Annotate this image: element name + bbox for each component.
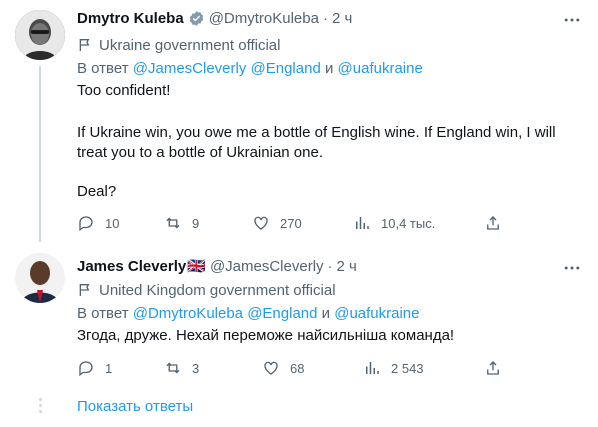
handle[interactable]: @JamesCleverly [210,258,324,275]
flag-icon [79,39,90,51]
mention-link[interactable]: @uafukraine [334,305,419,322]
display-name[interactable]: Dmytro Kuleba [77,10,184,27]
views-icon [366,362,379,374]
reply-conj: и [324,60,334,77]
reply-count: 1 [105,360,113,376]
flag-icon [79,284,90,296]
timestamp[interactable]: 2 ч [332,10,352,27]
reply-context: В ответ @DmytroKuleba @England и @uafukr… [77,305,420,325]
retweet-icon [166,362,180,374]
tweet-text: Deal? [77,183,117,200]
share-button[interactable] [484,358,502,378]
header-kuleba: Dmytro Kuleba @DmytroKuleba · 2 ч [77,8,352,28]
gov-label[interactable]: United Kingdom government official [77,281,336,299]
uk-flag-emoji: 🇬🇧 [187,258,206,275]
views-icon [356,217,369,229]
reply-button[interactable]: 10 [77,213,119,233]
share-icon [487,216,499,230]
reply-prefix: В ответ [77,305,129,322]
like-count: 270 [280,215,302,231]
like-icon [264,361,278,375]
display-name[interactable]: James Cleverly [77,258,186,275]
tweet-text: treat you to a bottle of Ukrainian one. [77,144,323,161]
like-icon [254,216,268,230]
share-icon [487,361,499,375]
thread-dots [38,398,42,416]
tweet-text: Згода, друже. Нехай переможе найсильніша… [77,327,455,344]
gov-label-text: United Kingdom government official [99,281,336,299]
retweet-count: 9 [192,215,200,231]
reply-context: В ответ @JamesCleverly @England и @uafuk… [77,60,423,80]
retweet-count: 3 [192,360,200,376]
views-button[interactable]: 10,4 тыс. [353,213,435,233]
retweet-button[interactable]: 3 [164,358,199,378]
mention-link[interactable]: @DmytroKuleba [133,305,243,322]
like-count: 68 [290,360,305,376]
separator-dot: · [327,257,333,275]
retweet-icon [166,217,180,229]
share-button[interactable] [484,213,502,233]
reply-icon [79,361,93,377]
mention-link[interactable]: @uafukraine [338,60,423,77]
mention-link[interactable]: @JamesCleverly [133,60,247,77]
reply-icon [79,216,93,232]
gov-label-text: Ukraine government official [99,36,281,54]
avatar-kuleba[interactable] [15,10,65,60]
handle[interactable]: @DmytroKuleba [209,10,319,27]
tweet-text: Too confident! [77,82,171,99]
views-button[interactable]: 2 543 [363,358,424,378]
views-count: 2 543 [391,360,424,376]
avatar-cleverly[interactable] [15,253,65,303]
show-replies-link[interactable]: Показать ответы [77,397,193,417]
like-button[interactable]: 68 [262,358,304,378]
mention-link[interactable]: @England [251,60,321,77]
retweet-button[interactable]: 9 [164,213,199,233]
like-button[interactable]: 270 [252,213,302,233]
gov-label[interactable]: Ukraine government official [77,36,280,54]
thread-connector [39,66,41,242]
tweet-text: If Ukraine win, you owe me a bottle of E… [77,124,556,141]
reply-conj: и [321,305,331,322]
reply-count: 10 [105,215,120,231]
reply-prefix: В ответ [77,60,129,77]
reply-button[interactable]: 1 [77,358,112,378]
more-icon[interactable] [562,258,582,278]
mention-link[interactable]: @England [247,305,317,322]
verified-icon [189,10,203,26]
more-icon[interactable] [562,10,582,30]
views-count: 10,4 тыс. [381,215,436,231]
separator-dot: · [322,9,328,27]
timestamp[interactable]: 2 ч [337,258,357,275]
header-cleverly: James Cleverly 🇬🇧 @JamesCleverly · 2 ч [77,256,357,276]
